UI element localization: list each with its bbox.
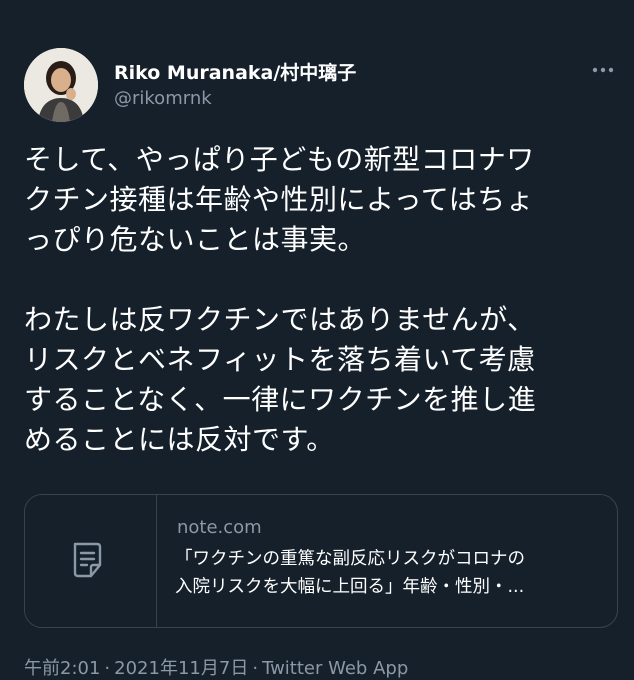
tweet-text-line: そして、やっぱり子どもの新型コロナワ bbox=[24, 143, 535, 176]
meta-separator: · bbox=[104, 658, 111, 679]
tweet-text-line: わたしは反ワクチンではありませんが、 bbox=[24, 303, 536, 336]
tweet-date[interactable]: 2021年11月7日 bbox=[114, 658, 248, 679]
link-card-domain: note.com bbox=[177, 517, 262, 538]
author-display-name[interactable]: Riko Muranaka/村中璃子 bbox=[114, 58, 356, 85]
tweet-text-line: めることには反対です。 bbox=[24, 423, 335, 456]
link-card-title-line: 「ワクチンの重篤な副反応リスクがコロナの bbox=[175, 549, 525, 569]
document-icon bbox=[73, 542, 102, 578]
tweet-meta: 午前2:01 · 2021年11月7日 · Twitter Web App bbox=[24, 654, 408, 680]
meta-separator: · bbox=[252, 658, 259, 679]
tweet-source[interactable]: Twitter Web App bbox=[262, 658, 408, 679]
tweet: Riko Muranaka/村中璃子 @rikomrnk そして、やっぱり子ども… bbox=[0, 0, 634, 680]
avatar[interactable] bbox=[24, 48, 98, 122]
tweet-time[interactable]: 午前2:01 bbox=[24, 658, 100, 679]
link-preview-card[interactable]: note.com 「ワクチンの重篤な副反応リスクがコロナの 入院リスクを大幅に上… bbox=[24, 494, 618, 628]
more-options-icon[interactable] bbox=[590, 60, 616, 80]
link-card-thumbnail bbox=[25, 495, 157, 627]
author-handle[interactable]: @rikomrnk bbox=[114, 88, 212, 109]
tweet-text: そして、やっぱり子どもの新型コロナワ クチン接種は年齢や性別によってはちょ っぴ… bbox=[24, 140, 614, 460]
link-card-title: 「ワクチンの重篤な副反応リスクがコロナの 入院リスクを大幅に上回る」年齢・性別・… bbox=[175, 545, 605, 601]
tweet-text-line: っぴり危ないことは事実。 bbox=[24, 223, 367, 256]
tweet-text-line: することなく、一律にワクチンを推し進 bbox=[24, 383, 537, 416]
tweet-text-line: リスクとベネフィットを落ち着いて考慮 bbox=[24, 343, 536, 376]
link-card-title-line: 入院リスクを大幅に上回る」年齢・性別・... bbox=[175, 577, 525, 597]
tweet-text-line: クチン接種は年齢や性別によってはちょ bbox=[24, 183, 535, 216]
